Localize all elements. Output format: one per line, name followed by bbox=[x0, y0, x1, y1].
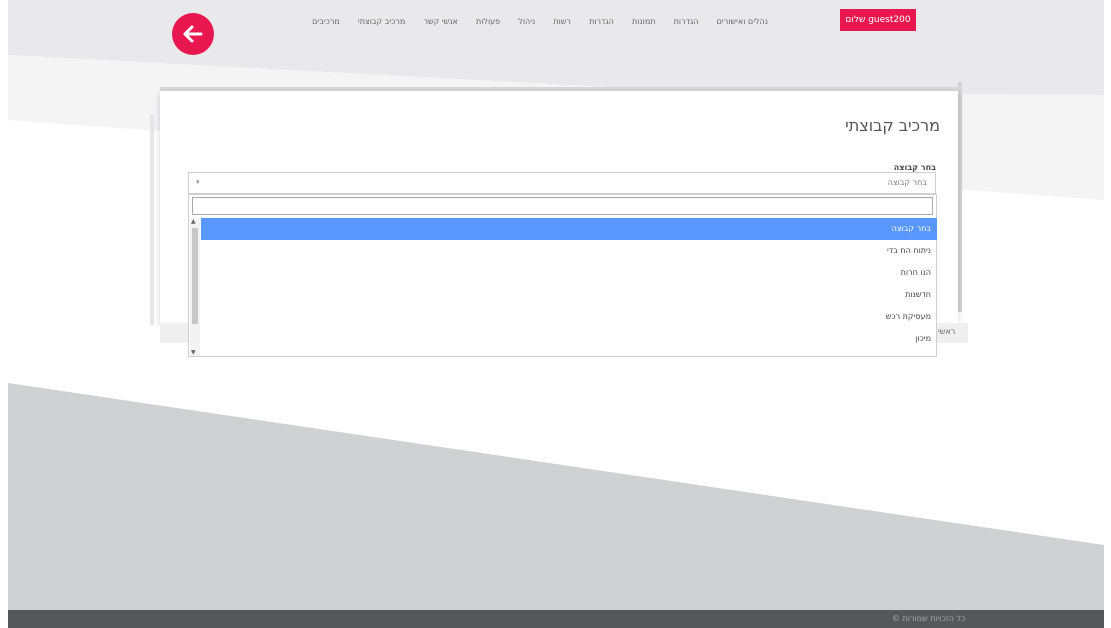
scroll-thumb[interactable] bbox=[192, 228, 198, 324]
user-button[interactable]: שלום guest200 bbox=[840, 9, 916, 31]
nav-item[interactable]: מרכיבים bbox=[312, 17, 340, 26]
card-edge bbox=[150, 115, 154, 325]
nav-item[interactable]: ניהול bbox=[518, 17, 535, 26]
copyright-text: © כל הזכויות שמורות bbox=[892, 614, 966, 623]
dropdown-option[interactable]: ניתוח הח בדי bbox=[201, 240, 937, 262]
page-title: מרכיב קבוצתי bbox=[845, 116, 940, 135]
dropdown-option[interactable]: חדשנות bbox=[201, 284, 937, 306]
dropdown-scrollbar[interactable]: ▲ ▼ bbox=[190, 218, 200, 356]
select-value: בחר קבוצה bbox=[887, 178, 927, 187]
page-footer: © כל הזכויות שמורות bbox=[8, 610, 1104, 628]
nav-item[interactable]: מרכיב קבוצתי bbox=[358, 17, 405, 26]
nav-item[interactable]: נהלים ואישורים bbox=[717, 17, 768, 26]
nav-item[interactable]: הגדרות bbox=[674, 17, 699, 26]
dropdown-option[interactable]: בחר קבוצה bbox=[201, 218, 937, 240]
dropdown-option[interactable]: מיכון bbox=[201, 328, 937, 350]
card-edge bbox=[958, 82, 962, 312]
dropdown-option[interactable]: מעסיקת רכש bbox=[201, 306, 937, 328]
nav-item[interactable]: תמונות bbox=[632, 17, 656, 26]
nav-item[interactable]: אנשי קשר bbox=[423, 17, 457, 26]
scroll-down-icon[interactable]: ▼ bbox=[191, 349, 196, 356]
scroll-up-icon[interactable]: ▲ bbox=[191, 218, 196, 225]
main-nav: מרכיבים מרכיב קבוצתי אנשי קשר פעולות ניה… bbox=[312, 13, 768, 29]
group-dropdown: ▲ ▼ בחר קבוצה ניתוח הח בדי הנו חרות חדשנ… bbox=[188, 194, 937, 357]
back-button[interactable] bbox=[172, 13, 214, 55]
nav-item[interactable]: רשות bbox=[553, 17, 571, 26]
chevron-down-icon: ▾ bbox=[196, 178, 200, 186]
select-group-label: בחר קבוצה bbox=[893, 163, 936, 172]
dropdown-search-input[interactable] bbox=[192, 197, 933, 215]
dropdown-options: בחר קבוצה ניתוח הח בדי הנו חרות חדשנות מ… bbox=[201, 218, 937, 350]
nav-item[interactable]: פעולות bbox=[476, 17, 500, 26]
dropdown-option[interactable]: הנו חרות bbox=[201, 262, 937, 284]
group-select[interactable]: בחר קבוצה ▾ bbox=[188, 172, 936, 194]
nav-item[interactable]: הגדרות bbox=[589, 17, 614, 26]
arrow-left-icon bbox=[183, 25, 203, 43]
card-footer-text: ראשי bbox=[938, 327, 956, 336]
